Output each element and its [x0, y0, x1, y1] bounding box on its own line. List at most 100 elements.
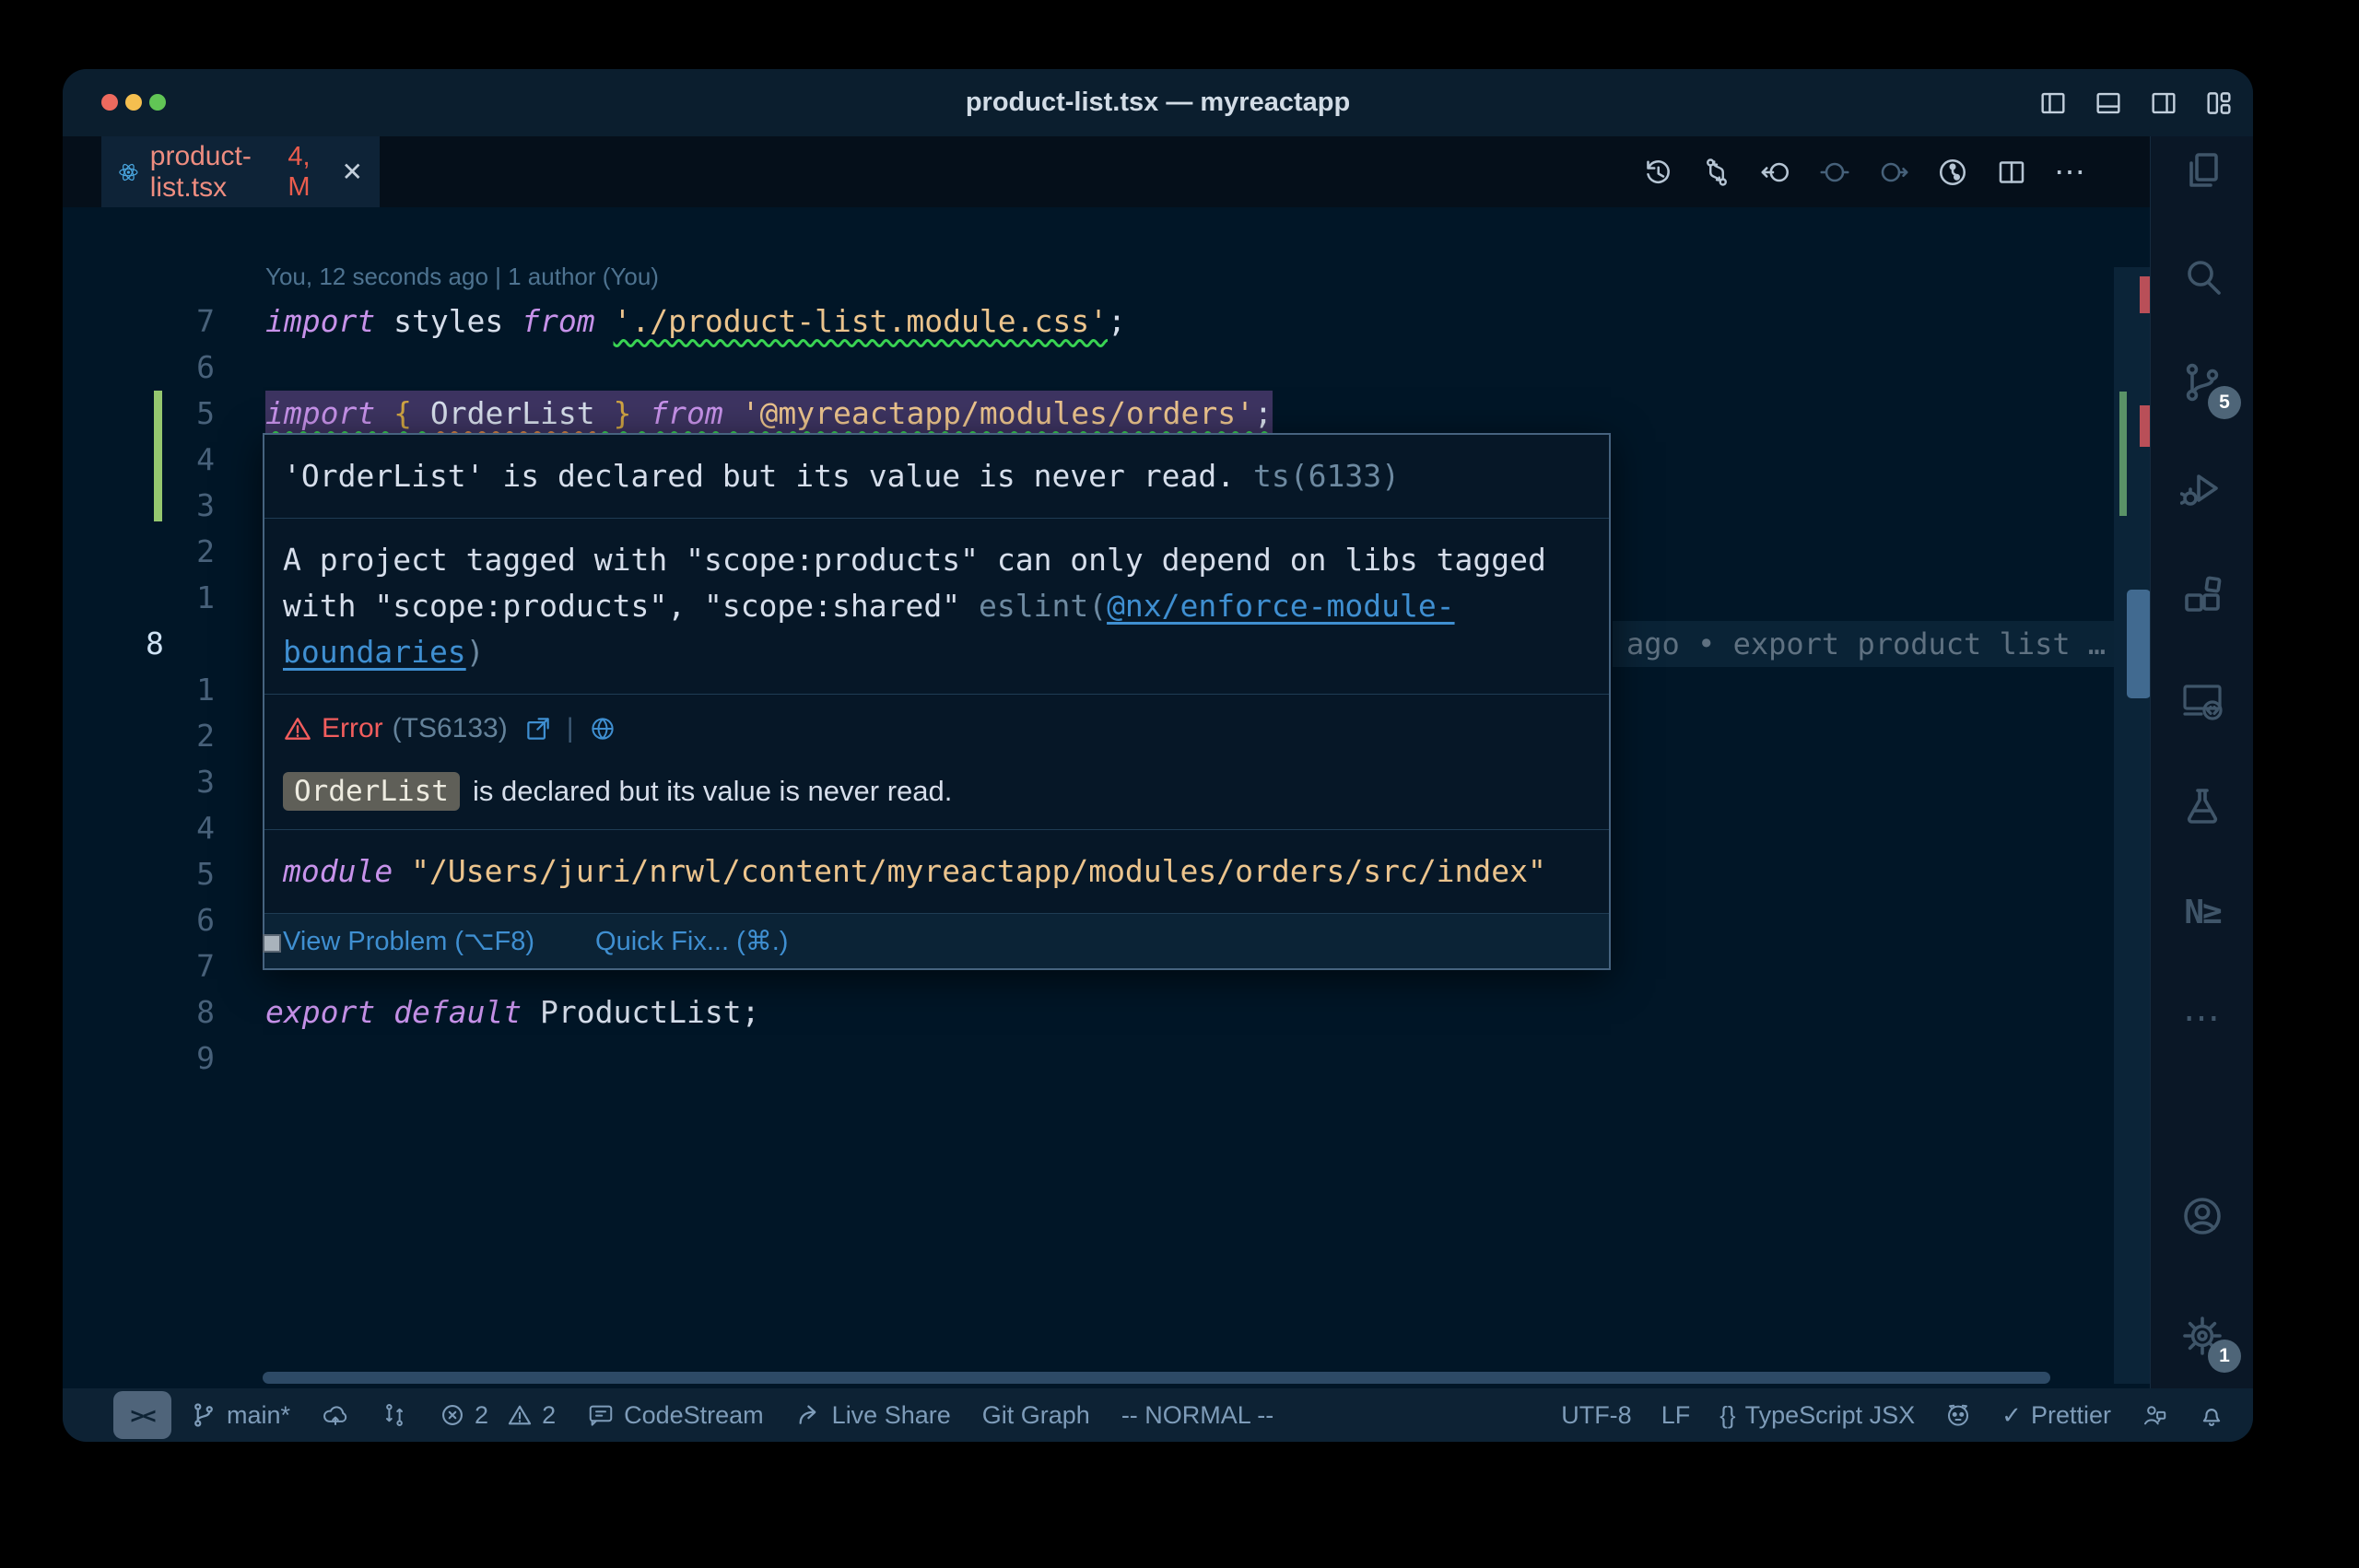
octoface-icon [1944, 1401, 1972, 1429]
activity-debug[interactable] [2151, 446, 2253, 531]
status-live-share[interactable]: Live Share [795, 1401, 951, 1430]
status-bell[interactable] [2198, 1401, 2225, 1429]
panel-bottom-toggle-icon[interactable] [2093, 88, 2124, 119]
hover-eslint-message: A project tagged with "scope:products" c… [264, 519, 1609, 695]
error-count: 2 [475, 1401, 488, 1430]
globe-icon[interactable] [589, 715, 616, 743]
activity-account[interactable] [2151, 1174, 2253, 1258]
gutter-line-number: 5 [100, 851, 215, 897]
ellipsis-icon[interactable]: ⋯ [2054, 154, 2085, 191]
tab-bar: product-list.tsx 4, M ✕ ⋯ [63, 136, 2150, 207]
warning-icon [507, 1402, 533, 1428]
branch-icon [190, 1401, 217, 1429]
settings-badge: 1 [2208, 1340, 2241, 1373]
nx-rule-link[interactable]: @nx/enforce-module- [1107, 588, 1455, 624]
activity-source-control[interactable]: 5 [2151, 340, 2253, 425]
history-icon[interactable] [1641, 156, 1674, 189]
compare-icon [381, 1401, 408, 1429]
gutter-line-number: 8 [146, 621, 261, 667]
activity-beaker[interactable] [2151, 764, 2253, 848]
activity-files[interactable] [2151, 128, 2253, 213]
gutter-line-number: 1 [100, 575, 215, 621]
status-cloud-up[interactable] [322, 1401, 349, 1429]
view-problem-link[interactable]: View Problem (⌥F8) [283, 925, 534, 957]
status-codestream[interactable]: CodeStream [587, 1401, 764, 1430]
activity-search[interactable] [2151, 234, 2253, 319]
panel-right-toggle-icon[interactable] [2148, 88, 2179, 119]
symbol-chip: OrderList [283, 772, 460, 811]
status-git-graph[interactable]: Git Graph [982, 1401, 1090, 1430]
split-icon[interactable] [1995, 156, 2028, 189]
activity-nx[interactable]: N≥ [2151, 870, 2253, 954]
panel-left-toggle-icon[interactable] [2037, 88, 2069, 119]
layout-toggle-icon[interactable] [2203, 88, 2235, 119]
gutter-line-number: 7 [100, 943, 215, 989]
cloud-up-icon [322, 1401, 349, 1429]
status-typescript-jsx[interactable]: {}TypeScript JSX [1719, 1401, 1915, 1430]
next-circle-icon[interactable] [1877, 156, 1910, 189]
hover-ts-message: 'OrderList' is declared but its value is… [264, 435, 1609, 519]
activity-settings[interactable]: 1 [2151, 1293, 2253, 1378]
code-text[interactable]: export default ProductList; [265, 989, 759, 1036]
activity-bar: 5 N≥ ⋯ 1 [2150, 136, 2253, 1388]
status-utf-8[interactable]: UTF-8 [1561, 1401, 1632, 1430]
code-line[interactable]: 8export default ProductList; [63, 989, 2150, 1036]
vscode-window: product-list.tsx — myreactapp product-li… [63, 69, 2253, 1442]
gutter-line-number: 2 [100, 713, 215, 759]
status-octoface[interactable] [1944, 1401, 1972, 1429]
status-compare[interactable] [381, 1401, 408, 1429]
status-label: Git Graph [982, 1401, 1090, 1430]
gl-compare-icon[interactable] [1700, 156, 1733, 189]
activity-more-dots[interactable]: ⋯ [2151, 976, 2253, 1060]
bell-icon [2198, 1401, 2225, 1429]
overview-error-mark [2140, 405, 2150, 447]
code-text[interactable]: import { OrderList } from '@myreactapp/m… [265, 391, 1273, 437]
vertical-scrollbar[interactable] [2127, 590, 2151, 698]
nx-icon: N≥ [2184, 894, 2220, 931]
external-link-icon[interactable] [524, 715, 552, 743]
status-problems[interactable]: 22 [440, 1401, 556, 1430]
titlebar: product-list.tsx — myreactapp [63, 69, 2253, 136]
gutter-line-number: 6 [100, 897, 215, 943]
hover-actions: View Problem (⌥F8) Quick Fix... (⌘.) [264, 914, 1609, 968]
nx-rule-link[interactable]: boundaries [283, 634, 466, 670]
git-blame-codelens[interactable]: You, 12 seconds ago | 1 author (You) [265, 256, 659, 297]
status-lf[interactable]: LF [1661, 1401, 1691, 1430]
status-prettier[interactable]: ✓Prettier [2001, 1401, 2111, 1430]
graph-circle-icon[interactable] [1936, 156, 1969, 189]
back-circle-icon[interactable] [1759, 156, 1792, 189]
chip-message: is declared but its value is never read. [473, 775, 952, 808]
code-line[interactable]: 6 [63, 345, 2150, 391]
source-control-badge: 5 [2208, 386, 2241, 419]
hover-resize-handle[interactable] [263, 934, 281, 953]
tab-dirty-badge: 4, M [288, 142, 324, 203]
files-icon [2180, 148, 2224, 193]
horizontal-scrollbar[interactable] [263, 1372, 2050, 1384]
prev-circle-icon[interactable] [1818, 156, 1851, 189]
beaker-icon [2180, 784, 2224, 828]
code-line[interactable]: 9 [63, 1036, 2150, 1082]
status-bar: >< main* 22 CodeStream Live Share Git Graph -… [63, 1388, 2253, 1442]
code-line[interactable]: 5import { OrderList } from '@myreactapp/… [63, 391, 2150, 437]
status-label: TypeScript JSX [1745, 1401, 1916, 1430]
status-label: UTF-8 [1561, 1401, 1632, 1430]
tab-product-list[interactable]: product-list.tsx 4, M ✕ [101, 136, 380, 207]
status-main[interactable]: main* [190, 1401, 290, 1430]
status-label: Prettier [2031, 1401, 2111, 1430]
close-tab-icon[interactable]: ✕ [342, 157, 363, 187]
remote-indicator[interactable]: >< [113, 1391, 171, 1439]
error-circle-icon [440, 1402, 465, 1428]
status-label: main* [227, 1401, 290, 1430]
overview-error-mark [2140, 276, 2150, 313]
status-normal[interactable]: -- NORMAL -- [1121, 1401, 1273, 1430]
tab-label: product-list.tsx [150, 141, 277, 204]
quick-fix-link[interactable]: Quick Fix... (⌘.) [595, 925, 788, 957]
status-label: Live Share [832, 1401, 951, 1430]
gutter-line-number: 2 [100, 529, 215, 575]
code-line[interactable]: 7import styles from './product-list.modu… [63, 298, 2150, 345]
activity-remote-explorer[interactable] [2151, 658, 2253, 743]
status-person[interactable] [2141, 1401, 2168, 1429]
activity-extensions[interactable] [2151, 552, 2253, 637]
code-text[interactable]: import styles from './product-list.modul… [265, 298, 1126, 345]
window-title: product-list.tsx — myreactapp [63, 69, 2253, 136]
